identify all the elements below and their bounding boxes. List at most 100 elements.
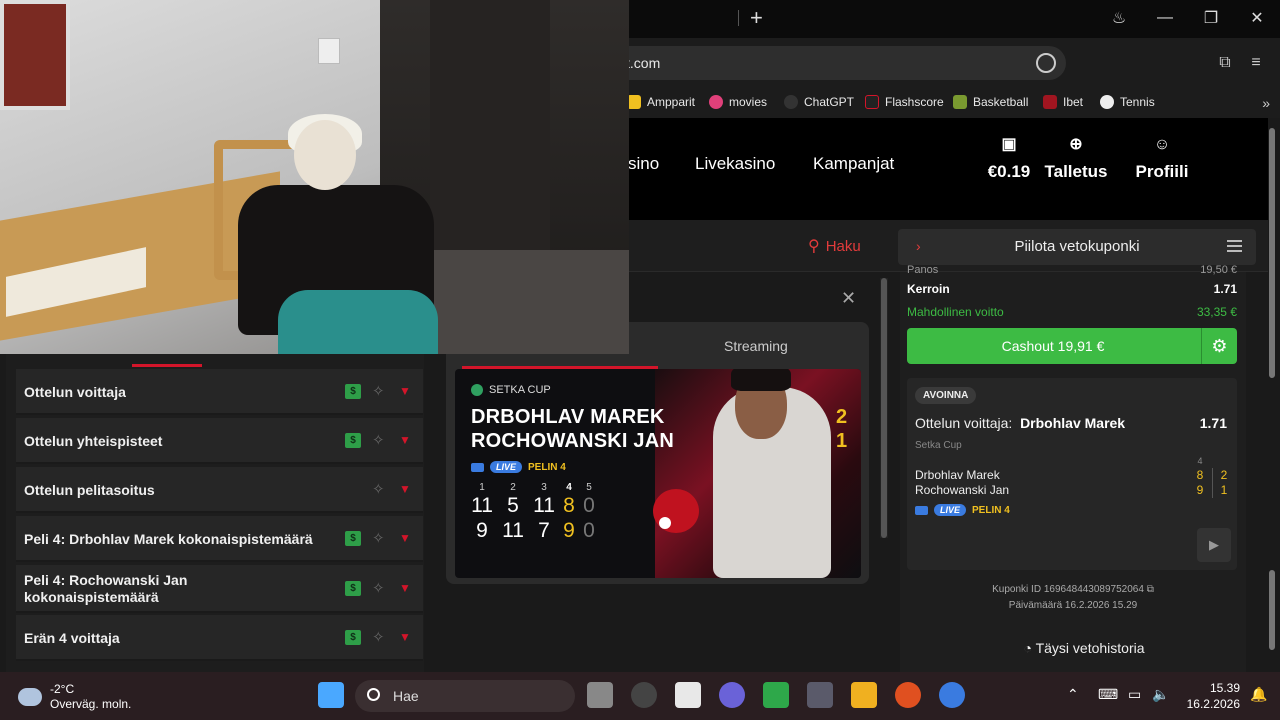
chevron-down-icon[interactable]: ▼ (399, 630, 411, 644)
page-scrollbar[interactable] (1268, 118, 1276, 672)
bookmark-ibet[interactable]: Ibet (1043, 95, 1083, 109)
calculator-icon[interactable] (807, 682, 833, 708)
close-window-icon[interactable]: ✕ (1245, 6, 1269, 30)
bookmark-movies[interactable]: movies (709, 95, 767, 109)
clock-date: 16.2.2026 (1186, 697, 1240, 711)
nav-kampanjat[interactable]: Kampanjat (813, 154, 894, 174)
market-row[interactable]: Peli 4: Drbohlav Marek kokonaispistemäär… (16, 516, 423, 562)
game-label: PELIN 4 (972, 504, 1010, 516)
restore-icon[interactable]: ❐ (1199, 6, 1223, 30)
search-button[interactable]: ⚲ Haku (808, 236, 861, 256)
deposit-button[interactable]: ⊕ Talletus (1031, 136, 1121, 182)
pin-icon[interactable]: ✧ (372, 579, 385, 597)
tab-streaming[interactable]: Streaming (724, 338, 788, 354)
bookmark-basketball[interactable]: Basketball (953, 95, 1028, 109)
app-icon[interactable] (719, 682, 745, 708)
chevron-down-icon[interactable]: ▼ (399, 433, 411, 447)
score-p2: 0 (583, 519, 595, 542)
network-icon[interactable]: ▭ (1128, 686, 1141, 703)
app-icon[interactable] (939, 682, 965, 708)
minimize-icon[interactable]: — (1153, 6, 1177, 30)
start-icon[interactable] (318, 682, 344, 708)
menu-icon[interactable]: ≡ (1247, 54, 1265, 72)
cam-picture-frame (0, 0, 70, 110)
ball-graphic (659, 517, 671, 529)
bet-p1-game: 8 (1196, 468, 1204, 482)
app-icon[interactable] (763, 682, 789, 708)
set-header: 4 (566, 482, 572, 493)
stream-scrollbar[interactable] (880, 278, 888, 538)
set-header: 1 (479, 482, 485, 493)
market-row[interactable]: Erän 4 voittaja $ ✧ ▼ (16, 615, 423, 661)
chevron-up-icon[interactable]: ⌃ (1067, 686, 1079, 703)
live-badge: LIVE PELIN 4 (471, 461, 566, 473)
address-text[interactable]: t.com (626, 55, 660, 71)
pin-icon[interactable]: ✧ (372, 382, 385, 400)
profile-button[interactable]: ☺ Profiili (1117, 136, 1207, 182)
temperature: -2°C (50, 682, 75, 696)
app-icon[interactable] (675, 682, 701, 708)
nav-livekasino[interactable]: Livekasino (695, 154, 775, 174)
file-explorer-icon[interactable] (851, 682, 877, 708)
score-p2: 7 (538, 519, 550, 542)
chevron-down-icon[interactable]: ▼ (399, 482, 411, 496)
bet-card: AVOINNA Ottelun voittaja: Drbohlav Marek… (907, 378, 1237, 570)
flame-icon[interactable]: ♨ (1107, 6, 1131, 30)
chevron-down-icon[interactable]: ▼ (399, 581, 411, 595)
obs-icon[interactable] (631, 682, 657, 708)
market-label: Ottelun pelitasoitus (24, 482, 155, 498)
notifications-icon[interactable]: 🔔 (1250, 686, 1267, 703)
browser-icon[interactable] (895, 682, 921, 708)
market-row[interactable]: Peli 4: Rochowanski Jan kokonaispistemää… (16, 565, 423, 613)
ai-chat-icon[interactable] (1036, 53, 1056, 73)
bookmark-tennis[interactable]: Tennis (1100, 95, 1155, 109)
slip-scrollbar-thumb[interactable] (1269, 570, 1275, 650)
pin-icon[interactable]: ✧ (372, 480, 385, 498)
task-view-icon[interactable] (587, 682, 613, 708)
market-row[interactable]: Ottelun yhteispisteet $ ✧ ▼ (16, 418, 423, 464)
pin-icon[interactable]: ✧ (372, 529, 385, 547)
bookmark-label: Flashscore (885, 95, 944, 109)
full-history-link[interactable]: ◔ Täysi vetohistoria (900, 638, 1268, 672)
bookmark-flashscore[interactable]: Flashscore (865, 95, 944, 109)
scoreboard-card[interactable]: SETKA CUP DRBOHLAV MAREK ROCHOWANSKI JAN… (455, 369, 861, 578)
weather-widget[interactable]: -2°C Overväg. moln. (18, 682, 131, 712)
player2-sets: 1 (836, 430, 848, 452)
bookmark-label: ChatGPT (804, 95, 855, 109)
pin-icon[interactable]: ✧ (372, 431, 385, 449)
gear-icon[interactable]: ⚙ (1201, 328, 1237, 364)
collections-icon[interactable]: ⧉ (1216, 54, 1234, 72)
current-set-header: 4 (1197, 456, 1203, 466)
hide-betslip-button[interactable]: › Piilota vetokuponki (898, 229, 1256, 265)
player-photo-hair (731, 369, 791, 391)
selection-odds: 1.71 (1199, 415, 1227, 431)
copy-icon[interactable]: ⧉ (1147, 584, 1154, 595)
chevron-down-icon[interactable]: ▼ (399, 531, 411, 545)
potential-win-value: 33,35 € (1196, 305, 1237, 319)
more-bookmarks-icon[interactable]: » (1262, 95, 1270, 111)
new-tab-icon[interactable]: + (750, 6, 763, 30)
watch-video-button[interactable]: ▶ (1197, 528, 1231, 562)
volume-icon[interactable]: 🔈 (1152, 686, 1169, 703)
chevron-down-icon[interactable]: ▼ (399, 384, 411, 398)
webcam-overlay (0, 0, 629, 354)
stake-value: 19,50 € (1200, 264, 1237, 276)
cashout-button[interactable]: Cashout 19,91 € ⚙ (907, 328, 1237, 364)
keyboard-icon[interactable]: ⌨ (1098, 686, 1118, 703)
taskbar-search[interactable]: Hae (355, 680, 575, 712)
video-icon (471, 462, 484, 472)
address-bar[interactable]: t.com (560, 46, 1066, 80)
user-icon: ☺ (1153, 136, 1171, 153)
bookmark-ampparit[interactable]: Ampparit (627, 95, 695, 109)
nav-kasino[interactable]: sino (628, 154, 659, 174)
clock[interactable]: 15.39 16.2.2026 (1180, 680, 1240, 712)
market-row[interactable]: Ottelun pelitasoitus ✧ ▼ (16, 467, 423, 513)
score-divider (1212, 468, 1213, 498)
close-icon[interactable]: ✕ (841, 288, 856, 309)
scrollbar-thumb[interactable] (881, 278, 887, 538)
live-label: LIVE (934, 504, 967, 516)
page-scrollbar-thumb[interactable] (1269, 128, 1275, 378)
pin-icon[interactable]: ✧ (372, 628, 385, 646)
market-row[interactable]: Ottelun voittaja $ ✧ ▼ (16, 369, 423, 415)
bookmark-chatgpt[interactable]: ChatGPT (784, 95, 854, 109)
